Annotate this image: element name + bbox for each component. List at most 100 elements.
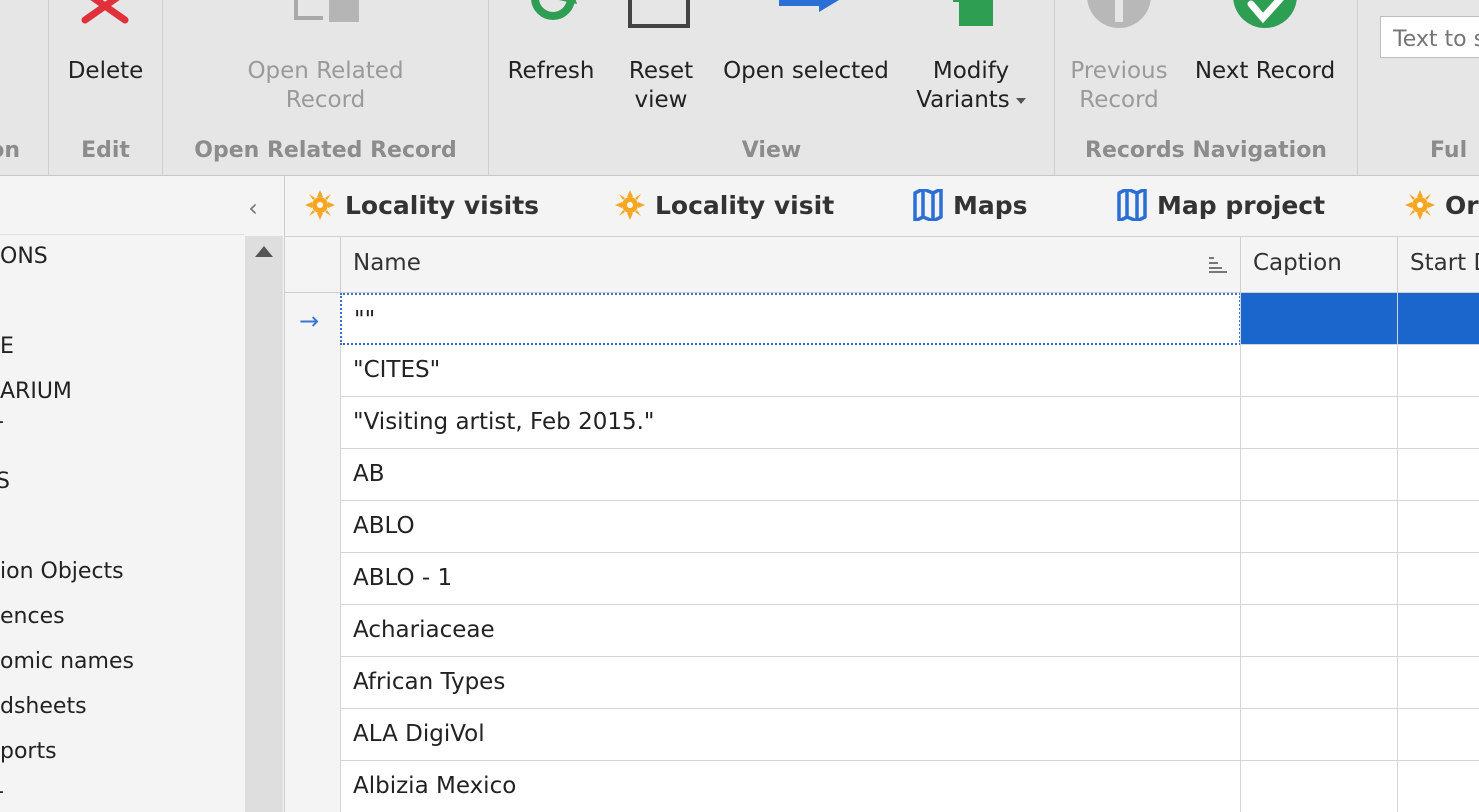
modify-variants-label: Modify Variants — [901, 57, 1041, 115]
row-indicator — [285, 657, 340, 709]
reset-label-line1: Reset — [628, 58, 694, 84]
name-cell[interactable]: Achariaceae — [340, 605, 1241, 657]
name-cell[interactable]: ABLO - 1 — [340, 553, 1241, 605]
nav-item[interactable]: S — [0, 469, 242, 494]
records-grid: Name Caption Start D → "" "CITES" "Visit… — [285, 237, 1479, 812]
caption-cell[interactable] — [1240, 709, 1398, 761]
start-date-cell[interactable] — [1397, 293, 1479, 345]
prev-label-line2: Record — [1079, 87, 1159, 113]
group-label-fulltext: Ful — [1430, 138, 1468, 163]
table-row[interactable]: ALA DigiVol — [285, 709, 1479, 761]
scroll-up-arrow-icon[interactable] — [255, 246, 273, 257]
sun-icon — [305, 190, 335, 220]
nav-item[interactable]: ports — [0, 739, 242, 764]
ribbon-group-action: on — [0, 0, 49, 175]
next-record-button[interactable]: Next Record — [1189, 0, 1341, 130]
reset-view-label: Reset view — [611, 57, 711, 115]
refresh-button[interactable]: Refresh — [501, 0, 601, 130]
nav-item[interactable]: - — [0, 779, 242, 804]
caption-cell[interactable] — [1240, 345, 1398, 397]
refresh-icon — [531, 0, 577, 20]
reset-view-icon — [628, 0, 690, 28]
start-date-cell[interactable] — [1397, 397, 1479, 449]
tab-locality-visit[interactable]: Locality visit — [615, 186, 834, 224]
row-indicator — [285, 397, 340, 449]
nav-item[interactable]: omic names — [0, 649, 242, 674]
table-row[interactable]: "Visiting artist, Feb 2015." — [285, 397, 1479, 449]
previous-record-icon — [1087, 0, 1151, 28]
caption-cell[interactable] — [1240, 397, 1398, 449]
open-arrow-icon — [779, 0, 839, 12]
delete-label: Delete — [67, 58, 144, 84]
column-header-label: Name — [353, 250, 421, 276]
start-date-cell[interactable] — [1397, 553, 1479, 605]
start-date-cell[interactable] — [1397, 657, 1479, 709]
reset-view-button[interactable]: Reset view — [611, 0, 711, 130]
column-header-caption[interactable]: Caption — [1240, 237, 1398, 292]
tab-map-project[interactable]: Map project — [1117, 186, 1325, 224]
column-header-name[interactable]: Name — [340, 237, 1241, 292]
name-cell[interactable]: Albizia Mexico — [340, 761, 1241, 812]
open-selected-button[interactable]: Open selected — [721, 0, 891, 130]
chevron-down-icon — [1015, 97, 1026, 104]
caption-cell[interactable] — [1240, 293, 1398, 345]
column-header-start-date[interactable]: Start D — [1397, 237, 1479, 292]
group-label-open-related: Open Related Record — [194, 138, 457, 163]
fulltext-search-input[interactable] — [1380, 16, 1479, 58]
nav-item[interactable]: - — [0, 409, 242, 434]
open-related-label-line1: Open Related — [247, 58, 404, 84]
caption-cell[interactable] — [1240, 657, 1398, 709]
nav-item[interactable]: ARIUM — [0, 379, 242, 404]
nav-scrollbar[interactable] — [245, 236, 283, 812]
start-date-cell[interactable] — [1397, 709, 1479, 761]
nav-item[interactable]: ONS — [0, 244, 242, 269]
start-date-cell[interactable] — [1397, 501, 1479, 553]
tab-maps[interactable]: Maps — [913, 186, 1028, 224]
table-row[interactable]: Albizia Mexico — [285, 761, 1479, 812]
start-date-cell[interactable] — [1397, 605, 1479, 657]
table-row[interactable]: "CITES" — [285, 345, 1479, 397]
nav-item[interactable]: dsheets — [0, 694, 242, 719]
name-cell[interactable]: "" — [340, 293, 1241, 345]
collapse-panel-chevron-icon[interactable]: ‹ — [244, 194, 262, 222]
table-row[interactable]: Achariaceae — [285, 605, 1479, 657]
nav-item[interactable]: ion Objects — [0, 559, 242, 584]
table-row[interactable]: → "" — [285, 293, 1479, 345]
tab-label: Locality visit — [655, 190, 835, 220]
nav-item[interactable]: ences — [0, 604, 242, 629]
tab-label: Maps — [953, 190, 1028, 220]
start-date-cell[interactable] — [1397, 449, 1479, 501]
open-related-label-line2: Record — [285, 87, 366, 113]
tab-locality-visits[interactable]: Locality visits — [305, 186, 539, 224]
name-cell[interactable]: "CITES" — [340, 345, 1241, 397]
table-row[interactable]: ABLO — [285, 501, 1479, 553]
table-row[interactable]: AB — [285, 449, 1479, 501]
modify-variants-button[interactable]: Modify Variants — [901, 0, 1041, 130]
tab-organization[interactable]: Or — [1405, 186, 1479, 224]
table-row[interactable]: ABLO - 1 — [285, 553, 1479, 605]
name-cell[interactable]: ALA DigiVol — [340, 709, 1241, 761]
sun-icon — [615, 190, 645, 220]
open-related-record-button[interactable]: Open Related Record — [223, 0, 428, 130]
previous-record-button[interactable]: Previous Record — [1063, 0, 1175, 130]
delete-button[interactable]: Delete — [49, 0, 162, 130]
tab-label: Or — [1445, 190, 1479, 220]
name-cell[interactable]: AB — [340, 449, 1241, 501]
caption-cell[interactable] — [1240, 449, 1398, 501]
caption-cell[interactable] — [1240, 501, 1398, 553]
caption-cell[interactable] — [1240, 605, 1398, 657]
name-cell[interactable]: "Visiting artist, Feb 2015." — [340, 397, 1241, 449]
caption-cell[interactable] — [1240, 553, 1398, 605]
group-label-action: on — [0, 138, 20, 163]
open-selected-label: Open selected — [723, 58, 889, 84]
name-cell[interactable]: African Types — [340, 657, 1241, 709]
name-cell[interactable]: ABLO — [340, 501, 1241, 553]
start-date-cell[interactable] — [1397, 761, 1479, 812]
modify-label-line2: Variants — [901, 86, 1041, 115]
previous-record-label: Previous Record — [1063, 57, 1175, 115]
table-row[interactable]: African Types — [285, 657, 1479, 709]
caption-cell[interactable] — [1240, 761, 1398, 812]
nav-item[interactable]: E — [0, 334, 242, 359]
start-date-cell[interactable] — [1397, 345, 1479, 397]
prev-label-line1: Previous — [1070, 58, 1168, 84]
